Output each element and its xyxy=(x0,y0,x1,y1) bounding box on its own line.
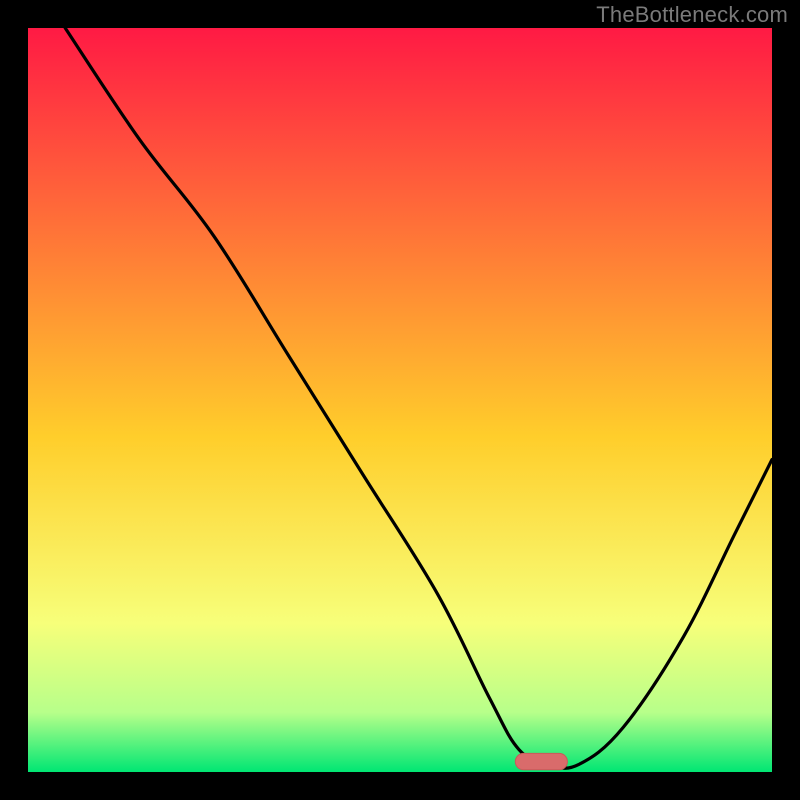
plot-area xyxy=(28,28,772,772)
chart-frame: TheBottleneck.com xyxy=(0,0,800,800)
watermark-text: TheBottleneck.com xyxy=(596,2,788,28)
optimal-marker xyxy=(515,753,567,769)
plot-svg xyxy=(28,28,772,772)
